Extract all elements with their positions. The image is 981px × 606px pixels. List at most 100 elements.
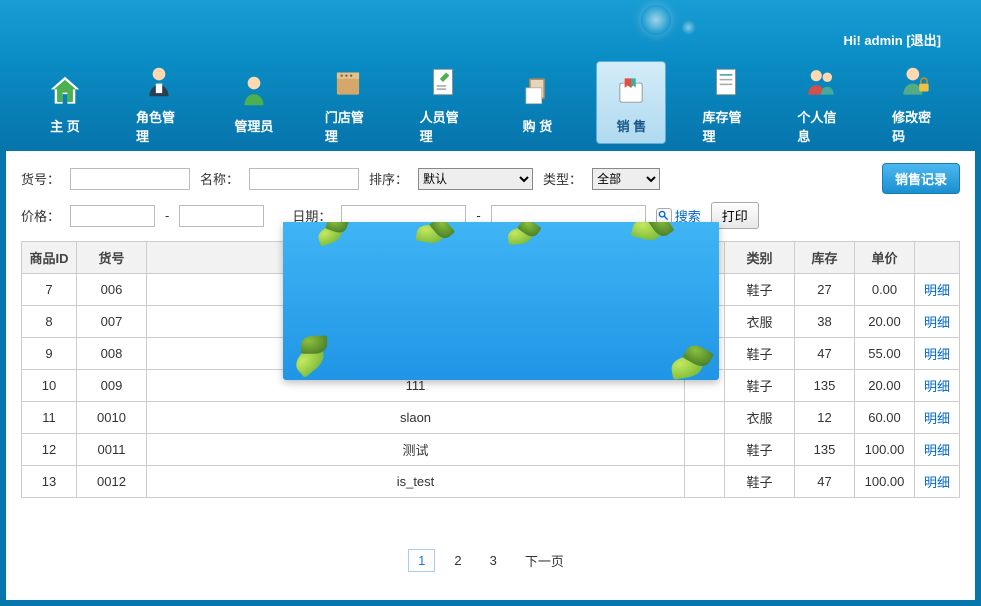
th-category: 类别	[725, 242, 795, 274]
detail-link[interactable]: 明细	[924, 443, 950, 458]
cell-category: 衣服	[725, 402, 795, 434]
cell-stock: 12	[795, 402, 855, 434]
cell-stock: 135	[795, 370, 855, 402]
price-sep: -	[165, 208, 169, 223]
cell-action: 明细	[915, 370, 960, 402]
huohao-input[interactable]	[70, 168, 190, 190]
detail-link[interactable]: 明细	[924, 315, 950, 330]
detail-link[interactable]: 明细	[924, 379, 950, 394]
page-next[interactable]: 下一页	[516, 548, 573, 573]
price-min-input[interactable]	[70, 205, 155, 227]
nav-profile[interactable]: 个人信息	[785, 53, 856, 153]
th-price: 单价	[855, 242, 915, 274]
cell-action: 明细	[915, 306, 960, 338]
cell-huohao: 007	[77, 306, 147, 338]
th-id: 商品ID	[22, 242, 77, 274]
th-stock: 库存	[795, 242, 855, 274]
nav-label: 角色管理	[136, 107, 183, 145]
name-input[interactable]	[249, 168, 359, 190]
home-icon	[44, 70, 86, 112]
username: admin	[864, 33, 902, 48]
sale-icon	[610, 70, 652, 112]
password-icon	[895, 61, 937, 103]
cell-category: 鞋子	[725, 466, 795, 498]
page-2[interactable]: 2	[445, 550, 470, 571]
cell-huohao: 009	[77, 370, 147, 402]
filter-bar: 货号： 名称： 排序： 默认 类型： 全部 销售记录	[21, 163, 960, 194]
sales-record-button[interactable]: 销售记录	[882, 163, 960, 194]
type-select[interactable]: 全部	[592, 168, 660, 190]
nav-label: 管理员	[234, 116, 273, 135]
cell-action: 明细	[915, 402, 960, 434]
cell-action: 明细	[915, 466, 960, 498]
cell-img	[685, 466, 725, 498]
greeting: Hi! admin [退出]	[843, 30, 941, 49]
cell-price: 60.00	[855, 402, 915, 434]
nav-label: 修改密码	[892, 107, 939, 145]
cell-action: 明细	[915, 434, 960, 466]
price-max-input[interactable]	[179, 205, 264, 227]
nav-person[interactable]: 人员管理	[408, 53, 479, 153]
cell-stock: 27	[795, 274, 855, 306]
sort-label: 排序：	[369, 169, 408, 188]
detail-link[interactable]: 明细	[924, 283, 950, 298]
overlay-popup	[283, 222, 719, 380]
nav-purchase[interactable]: 购 货	[502, 62, 572, 143]
cell-id: 10	[22, 370, 77, 402]
main-nav: 主 页 角色管理 管理员 门店管理 人员管理 购 货 销 售 库存管理 个人信息…	[0, 60, 981, 145]
nav-label: 库存管理	[702, 107, 749, 145]
leaf-deco	[415, 223, 444, 245]
purchase-icon	[516, 70, 558, 112]
cell-name: is_test	[147, 466, 685, 498]
cell-id: 11	[22, 402, 77, 434]
cell-price: 20.00	[855, 306, 915, 338]
admin-icon	[233, 70, 275, 112]
inventory-icon	[705, 61, 747, 103]
sort-select[interactable]: 默认	[418, 168, 533, 190]
nav-home[interactable]: 主 页	[30, 62, 100, 143]
cell-action: 明细	[915, 338, 960, 370]
leaf-deco	[507, 227, 532, 245]
cell-action: 明细	[915, 274, 960, 306]
page-3[interactable]: 3	[481, 550, 506, 571]
profile-icon	[800, 61, 842, 103]
person-icon	[422, 61, 464, 103]
cell-category: 鞋子	[725, 338, 795, 370]
leaf-deco	[631, 222, 664, 243]
nav-label: 销 售	[617, 116, 647, 135]
page-1[interactable]: 1	[408, 549, 435, 572]
detail-link[interactable]: 明细	[924, 347, 950, 362]
cell-stock: 38	[795, 306, 855, 338]
nav-label: 门店管理	[325, 107, 372, 145]
detail-link[interactable]: 明细	[924, 475, 950, 490]
price-label: 价格：	[21, 206, 60, 225]
name-label: 名称：	[200, 169, 239, 188]
cell-stock: 47	[795, 466, 855, 498]
table-row: 130012is_test鞋子47100.00明细	[22, 466, 960, 498]
nav-store[interactable]: 门店管理	[313, 53, 384, 153]
cell-id: 7	[22, 274, 77, 306]
nav-admin[interactable]: 管理员	[219, 62, 289, 143]
cell-huohao: 006	[77, 274, 147, 306]
logout-link[interactable]: [退出]	[906, 33, 941, 48]
date-sep: -	[476, 208, 480, 223]
cell-price: 100.00	[855, 466, 915, 498]
cell-name: slaon	[147, 402, 685, 434]
nav-label: 主 页	[50, 116, 80, 135]
cell-price: 100.00	[855, 434, 915, 466]
cell-stock: 135	[795, 434, 855, 466]
detail-link[interactable]: 明细	[924, 411, 950, 426]
leaf-deco	[670, 354, 704, 380]
cell-category: 鞋子	[725, 434, 795, 466]
cell-huohao: 0010	[77, 402, 147, 434]
cell-huohao: 0012	[77, 466, 147, 498]
cell-id: 9	[22, 338, 77, 370]
huohao-label: 货号：	[21, 169, 60, 188]
cell-img	[685, 402, 725, 434]
nav-sale[interactable]: 销 售	[596, 61, 666, 144]
nav-inventory[interactable]: 库存管理	[690, 53, 761, 153]
nav-role[interactable]: 角色管理	[124, 53, 195, 153]
cell-id: 8	[22, 306, 77, 338]
th-action	[915, 242, 960, 274]
nav-password[interactable]: 修改密码	[880, 53, 951, 153]
